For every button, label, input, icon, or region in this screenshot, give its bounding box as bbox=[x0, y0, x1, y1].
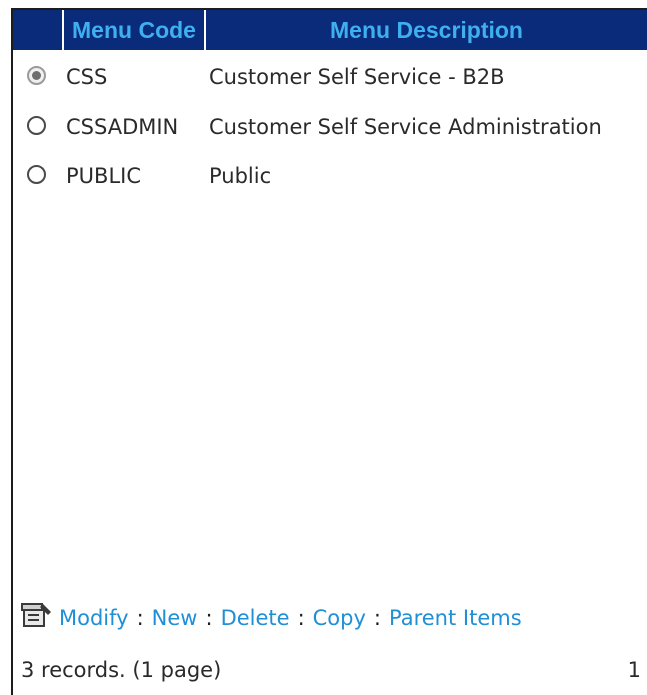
menu-list-panel: Menu Code Menu Description CSS Customer … bbox=[11, 8, 647, 695]
table-header: Menu Code Menu Description bbox=[13, 10, 647, 50]
row-radio-button[interactable] bbox=[27, 165, 46, 184]
menu-description-cell: Customer Self Service Administration bbox=[209, 115, 602, 139]
menu-code-cell: CSSADMIN bbox=[66, 115, 179, 139]
row-radio-button[interactable] bbox=[27, 116, 46, 135]
table-row[interactable]: PUBLIC Public bbox=[13, 156, 647, 196]
separator: : bbox=[205, 606, 213, 630]
record-count: 3 records. (1 page) bbox=[21, 658, 222, 682]
header-menu-code[interactable]: Menu Code bbox=[62, 10, 206, 50]
new-link[interactable]: New bbox=[152, 606, 198, 630]
page-number[interactable]: 1 bbox=[628, 650, 641, 690]
modify-link[interactable]: Modify bbox=[59, 606, 129, 630]
separator: : bbox=[297, 606, 305, 630]
header-select-column bbox=[13, 10, 62, 50]
parent-items-link[interactable]: Parent Items bbox=[389, 606, 522, 630]
copy-link[interactable]: Copy bbox=[313, 606, 366, 630]
separator: : bbox=[373, 606, 381, 630]
header-menu-description[interactable]: Menu Description bbox=[206, 10, 647, 50]
row-radio-button[interactable] bbox=[27, 66, 46, 85]
menu-code-cell: PUBLIC bbox=[66, 164, 141, 188]
action-links: Modify: New: Delete: Copy: Parent Items bbox=[21, 600, 522, 636]
menu-description-cell: Customer Self Service - B2B bbox=[209, 65, 505, 89]
table-row[interactable]: CSSADMIN Customer Self Service Administr… bbox=[13, 107, 647, 147]
menu-description-cell: Public bbox=[209, 164, 272, 188]
table-row[interactable]: CSS Customer Self Service - B2B bbox=[13, 57, 647, 97]
properties-icon[interactable] bbox=[21, 602, 53, 628]
delete-link[interactable]: Delete bbox=[221, 606, 290, 630]
menu-code-cell: CSS bbox=[66, 65, 108, 89]
pagination-footer: 3 records. (1 page) 1 bbox=[13, 650, 647, 690]
separator: : bbox=[136, 606, 144, 630]
